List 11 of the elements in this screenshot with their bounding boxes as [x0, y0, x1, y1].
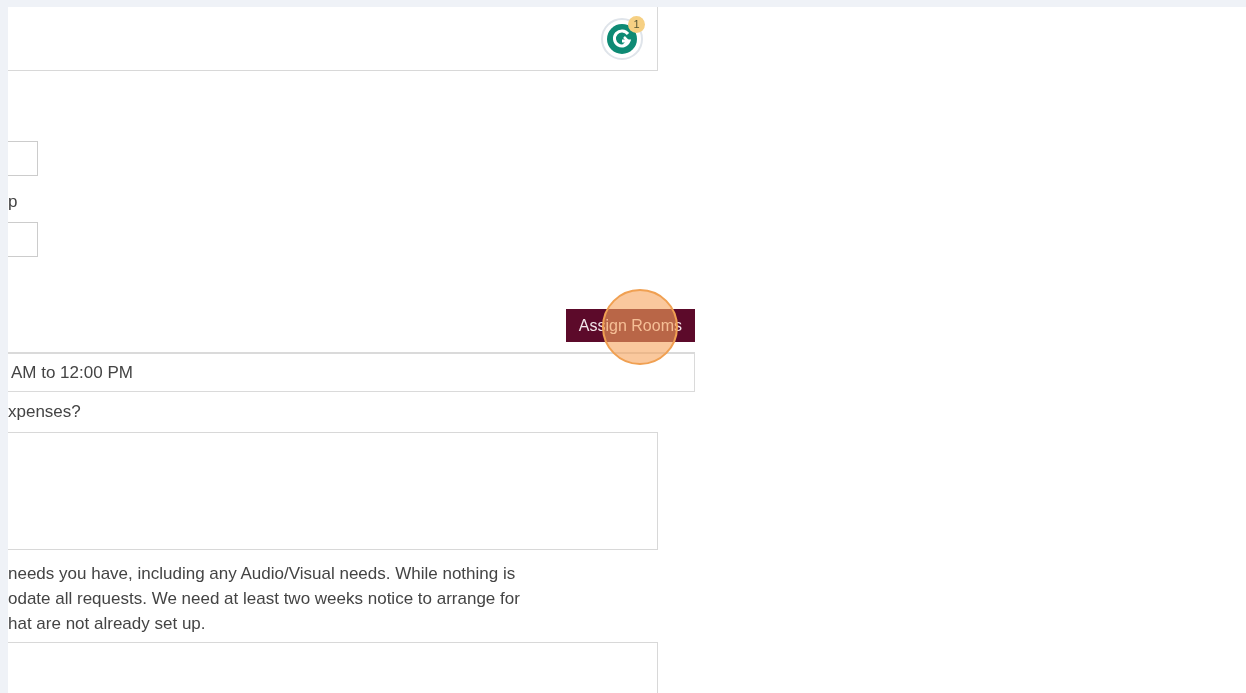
text-area[interactable] [8, 642, 658, 693]
field-label: xpenses? [8, 401, 81, 423]
input-field[interactable] [8, 222, 38, 257]
text-area[interactable] [8, 432, 658, 550]
time-field[interactable]: AM to 12:00 PM [8, 352, 695, 392]
instructions-text: needs you have, including any Audio/Visual needs. While nothing is odate all requests. We need at least two weeks notice to arrange for hat are not already set up. [8, 563, 520, 635]
notification-badge: 1 [628, 15, 645, 33]
text-field[interactable]: 1 [8, 7, 658, 71]
input-field[interactable] [8, 141, 38, 176]
field-label: p [8, 191, 18, 213]
assistant-button[interactable]: 1 [601, 17, 643, 60]
